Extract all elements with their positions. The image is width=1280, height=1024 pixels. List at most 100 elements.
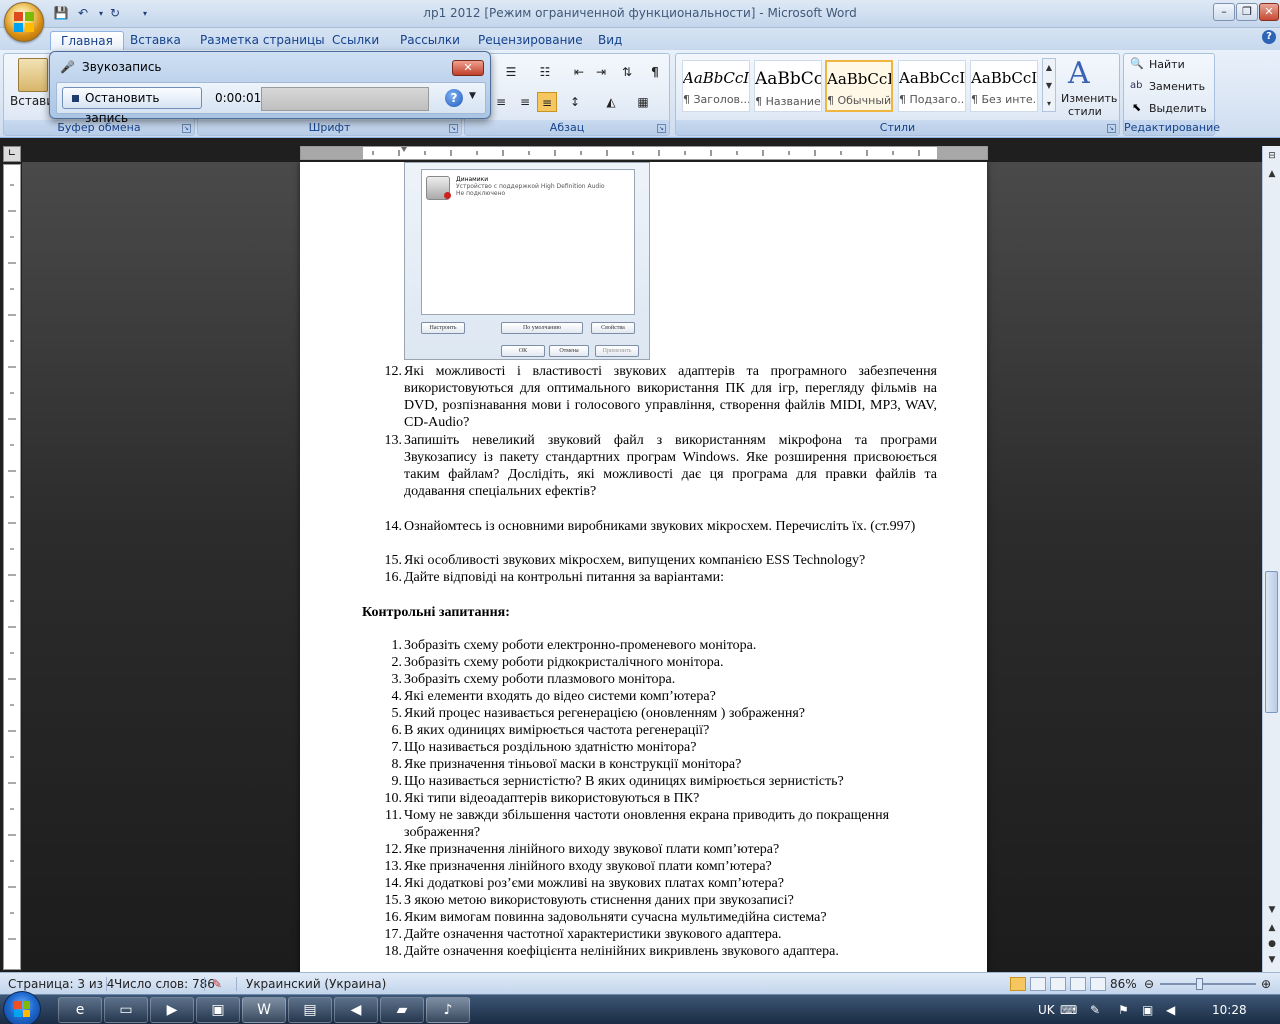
- dialog-launcher-icon[interactable]: ↘: [657, 124, 666, 133]
- next-page-icon[interactable]: ▼: [1264, 952, 1280, 968]
- start-button[interactable]: [3, 991, 41, 1024]
- increase-indent-icon[interactable]: ⇥: [591, 62, 611, 82]
- find-button[interactable]: Найти: [1149, 58, 1185, 71]
- scroll-down-icon[interactable]: ▼: [1264, 902, 1280, 918]
- explorer-folder-icon[interactable]: ▭: [104, 997, 148, 1023]
- word-count[interactable]: Число слов: 786: [114, 973, 215, 995]
- app-window-icon[interactable]: ▣: [196, 997, 240, 1023]
- zoom-out-icon[interactable]: ⊖: [1142, 973, 1156, 995]
- change-styles-icon[interactable]: A: [1068, 56, 1090, 91]
- ruler-toggle-icon[interactable]: ⊟: [1264, 148, 1280, 164]
- tab-view[interactable]: Вид: [588, 31, 632, 50]
- list-item: Яким вимогам повинна задовольняти сучасн…: [404, 910, 827, 925]
- select-button[interactable]: Выделить: [1149, 102, 1207, 115]
- styles-scroll-icon[interactable]: ▲ ▼ ▾: [1042, 58, 1056, 112]
- sound-recorder-taskbar-icon[interactable]: ♪: [426, 997, 470, 1023]
- sound-recorder-window: 🎤 Звукозапись ✕ Остановить запись 0:00:0…: [49, 51, 491, 125]
- style-heading[interactable]: AaBbCcI ¶ Заголов...: [682, 60, 750, 112]
- tab-home[interactable]: Главная: [50, 31, 124, 50]
- multilevel-list-icon[interactable]: ☷: [535, 62, 555, 82]
- align-right-icon[interactable]: ≡: [515, 92, 535, 112]
- network-icon[interactable]: ▣: [1142, 995, 1153, 1024]
- dialog-launcher-icon[interactable]: ↘: [1107, 124, 1116, 133]
- tab-mailings[interactable]: Рассылки: [390, 31, 470, 50]
- zoom-slider-thumb[interactable]: [1196, 978, 1203, 990]
- justify-icon[interactable]: ≡: [537, 92, 557, 112]
- style-no-spacing[interactable]: AaBbCcI ¶ Без инте...: [970, 60, 1038, 112]
- tab-insert[interactable]: Вставка: [120, 31, 191, 50]
- windows-logo-icon: [14, 1001, 30, 1017]
- list-item-number: 3.: [391, 672, 403, 687]
- tab-page-layout[interactable]: Разметка страницы: [190, 31, 335, 50]
- stop-recording-button[interactable]: Остановить запись: [62, 87, 202, 125]
- minimize-button[interactable]: –: [1213, 3, 1235, 21]
- presentation-icon[interactable]: ▤: [288, 997, 332, 1023]
- dialog-launcher-icon[interactable]: ↘: [449, 124, 458, 133]
- document-page[interactable]: Динамики Устройство с поддержкой High De…: [300, 162, 987, 972]
- previous-page-icon[interactable]: ▲: [1264, 920, 1280, 936]
- flag-icon[interactable]: ⚑: [1118, 995, 1129, 1024]
- outline-icon[interactable]: [1070, 977, 1086, 991]
- help-icon[interactable]: ?: [445, 89, 463, 107]
- spellcheck-icon[interactable]: ✎: [212, 973, 222, 995]
- language-indicator[interactable]: Украинский (Украина): [246, 973, 386, 995]
- style-title[interactable]: AaBbCc ¶ Название: [754, 60, 822, 112]
- vertical-ruler[interactable]: [3, 164, 21, 970]
- scroll-thumb[interactable]: [1265, 571, 1278, 713]
- chevron-down-icon[interactable]: ▼: [469, 91, 476, 101]
- shading-icon[interactable]: ◭: [601, 92, 621, 112]
- clock[interactable]: 10:28: [1212, 995, 1247, 1024]
- scroll-up-icon[interactable]: ▲: [1264, 166, 1280, 182]
- numbering-icon[interactable]: ☰: [501, 62, 521, 82]
- question-13: Запишіть невеликий звуковий файл з викор…: [404, 433, 937, 499]
- web-layout-icon[interactable]: [1050, 977, 1066, 991]
- align-center-icon[interactable]: ≡: [491, 92, 511, 112]
- volume-mixer-icon[interactable]: ◀: [334, 997, 378, 1023]
- recorder-close-button[interactable]: ✕: [452, 60, 484, 76]
- restore-button[interactable]: ❐: [1236, 3, 1258, 21]
- replace-button[interactable]: Заменить: [1149, 80, 1205, 93]
- microphone-icon: 🎤: [60, 60, 75, 74]
- style-normal[interactable]: AaBbCcI ¶ Обычный: [825, 60, 893, 112]
- help-icon[interactable]: ?: [1262, 30, 1276, 44]
- list-item-number: 18.: [384, 944, 403, 959]
- divider: [236, 977, 237, 991]
- question-16: Дайте відповіді на контрольні питання за…: [404, 570, 724, 585]
- speaker-tray-icon[interactable]: ◀: [1166, 995, 1175, 1024]
- list-item-number: 13.: [384, 859, 403, 874]
- paste-icon[interactable]: [18, 58, 48, 92]
- internet-explorer-icon[interactable]: e: [58, 997, 102, 1023]
- vertical-scrollbar[interactable]: ⊟ ▲ ▼ ▲ ● ▼: [1262, 146, 1280, 972]
- style-subtitle[interactable]: AaBbCcI ¶ Подзаго...: [898, 60, 966, 112]
- media-player-icon[interactable]: ▶: [150, 997, 194, 1023]
- browse-object-icon[interactable]: ●: [1264, 936, 1280, 952]
- tab-references[interactable]: Ссылки: [322, 31, 389, 50]
- pen-icon[interactable]: ✎: [1090, 995, 1100, 1024]
- sort-icon[interactable]: ⇅: [617, 62, 637, 82]
- full-screen-reading-icon[interactable]: [1030, 977, 1046, 991]
- tab-review[interactable]: Рецензирование: [468, 31, 593, 50]
- change-styles-label[interactable]: Изменить: [1061, 92, 1117, 105]
- zoom-in-icon[interactable]: ⊕: [1259, 973, 1273, 995]
- zoom-slider[interactable]: [1160, 983, 1256, 985]
- keyboard-icon[interactable]: ⌨: [1060, 995, 1077, 1024]
- draft-icon[interactable]: [1090, 977, 1106, 991]
- word-taskbar-icon[interactable]: W: [242, 997, 286, 1023]
- office-button[interactable]: [4, 2, 44, 42]
- question-12: Які можливості і властивості звукових ад…: [404, 364, 937, 430]
- print-layout-icon[interactable]: [1010, 977, 1026, 991]
- dialog-launcher-icon[interactable]: ↘: [182, 124, 191, 133]
- close-button[interactable]: ✕: [1259, 3, 1279, 21]
- borders-icon[interactable]: ▦: [633, 92, 653, 112]
- list-item-number: 7.: [391, 740, 403, 755]
- line-spacing-icon[interactable]: ↕: [565, 92, 585, 112]
- horizontal-ruler[interactable]: [300, 146, 988, 160]
- view-buttons: [1010, 977, 1110, 991]
- input-language[interactable]: UK: [1038, 995, 1055, 1024]
- tab-selector-icon[interactable]: ∟: [3, 146, 21, 162]
- change-styles-label-2[interactable]: стили: [1068, 105, 1102, 118]
- decrease-indent-icon[interactable]: ⇤: [569, 62, 589, 82]
- pilcrow-icon[interactable]: ¶: [645, 62, 665, 82]
- zoom-level[interactable]: 86%: [1110, 973, 1137, 995]
- media-center-icon[interactable]: ▰: [380, 997, 424, 1023]
